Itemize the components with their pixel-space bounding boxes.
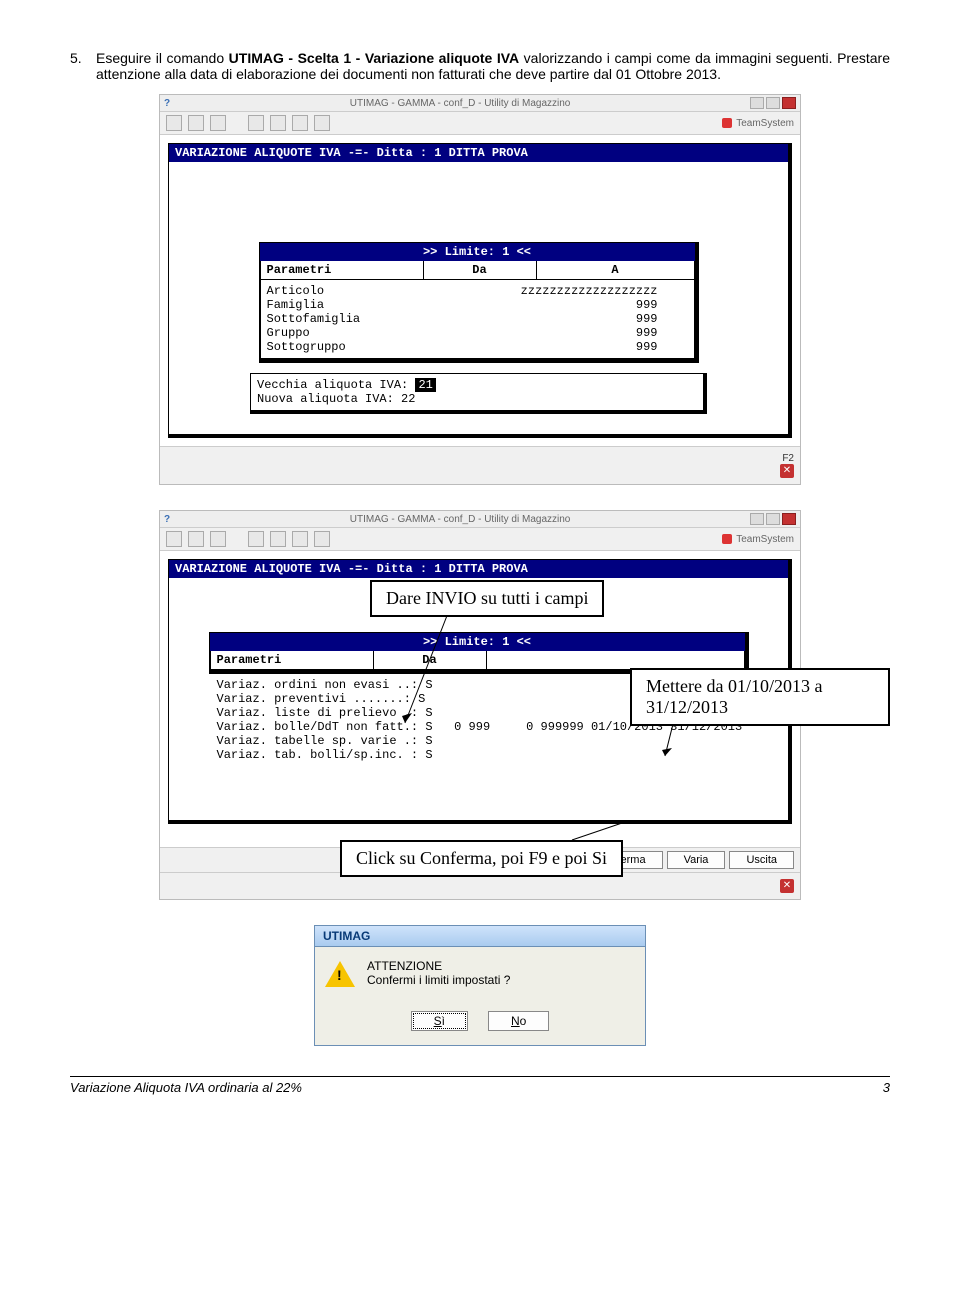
callout-date: Mettere da 01/10/2013 a 31/12/2013 (630, 668, 890, 726)
minimize-icon[interactable] (750, 513, 764, 525)
dialog-yes-button[interactable]: Sì (411, 1011, 468, 1031)
param-row: Famiglia999 (267, 298, 688, 312)
screen-header: VARIAZIONE ALIQUOTE IVA -=- Ditta : 1 DI… (169, 144, 788, 162)
toolbar-icon[interactable] (166, 531, 182, 547)
nav-first-icon[interactable] (248, 531, 264, 547)
app-window-1: ? UTIMAG - GAMMA - conf_D - Utility di M… (159, 94, 801, 485)
brand-label: TeamSystem (722, 534, 794, 545)
nav-first-icon[interactable] (248, 115, 264, 131)
params-header-row: Parametri Da A (260, 261, 695, 280)
callout-conferma: Click su Conferma, poi F9 e poi Si (340, 840, 623, 877)
param-row: Sottofamiglia999 (267, 312, 688, 326)
new-iva-value: 22 (401, 392, 415, 406)
nav-prev-icon[interactable] (270, 115, 286, 131)
window-titlebar: ? UTIMAG - GAMMA - conf_D - Utility di M… (160, 95, 800, 112)
warning-icon (325, 961, 355, 987)
limite-header: >> Limite: 1 << (260, 243, 695, 261)
toolbar-icon[interactable] (210, 531, 226, 547)
aliquota-box: Vecchia aliquota IVA: 21 Nuova aliquota … (250, 373, 707, 414)
nav-last-icon[interactable] (314, 115, 330, 131)
limite-header: >> Limite: 1 << (210, 633, 745, 651)
callout-arrow (400, 608, 460, 728)
footer-left: Variazione Aliquota IVA ordinaria al 22% (70, 1080, 302, 1095)
dialog-line1: ATTENZIONE (367, 959, 510, 973)
brand-logo-icon (722, 118, 732, 128)
page-footer: Variazione Aliquota IVA ordinaria al 22%… (70, 1076, 890, 1095)
varia-button[interactable]: Varia (667, 851, 726, 869)
window-title: UTIMAG - GAMMA - conf_D - Utility di Mag… (170, 98, 750, 109)
toolbar-icon[interactable] (210, 115, 226, 131)
toolbar-icon[interactable] (188, 115, 204, 131)
close-icon[interactable] (782, 97, 796, 109)
instruction-text: Eseguire il comando UTIMAG - Scelta 1 - … (96, 50, 890, 82)
close-icon[interactable]: ✕ (780, 879, 794, 893)
param-row: Articolozzzzzzzzzzzzzzzzzzz (267, 284, 688, 298)
maximize-icon[interactable] (766, 97, 780, 109)
param-row: Gruppo999 (267, 326, 688, 340)
toolbar: TeamSystem (160, 112, 800, 135)
uscita-button[interactable]: Uscita (729, 851, 794, 869)
param-row: Sottogruppo999 (267, 340, 688, 354)
nav-prev-icon[interactable] (270, 531, 286, 547)
brand-label: TeamSystem (722, 118, 794, 129)
footer-page-number: 3 (883, 1080, 890, 1095)
window-titlebar: ? UTIMAG - GAMMA - conf_D - Utility di M… (160, 511, 800, 528)
dialog-title: UTIMAG (315, 926, 645, 947)
close-icon[interactable]: ✕ (780, 464, 794, 478)
instruction-number: 5. (70, 50, 96, 66)
confirm-dialog: UTIMAG ATTENZIONE Confermi i limiti impo… (314, 925, 646, 1046)
statusbar: F2 ✕ (160, 446, 800, 484)
minimize-icon[interactable] (750, 97, 764, 109)
toolbar: TeamSystem (160, 528, 800, 551)
brand-logo-icon (722, 534, 732, 544)
dialog-line2: Confermi i limiti impostati ? (367, 973, 510, 987)
old-iva-value[interactable]: 21 (415, 378, 435, 392)
nav-next-icon[interactable] (292, 531, 308, 547)
callout-invio: Dare INVIO su tutti i campi (370, 580, 604, 617)
toolbar-icon[interactable] (188, 531, 204, 547)
window-title: UTIMAG - GAMMA - conf_D - Utility di Mag… (170, 514, 750, 525)
nav-next-icon[interactable] (292, 115, 308, 131)
close-icon[interactable] (782, 513, 796, 525)
screen-header: VARIAZIONE ALIQUOTE IVA -=- Ditta : 1 DI… (169, 560, 788, 578)
dialog-no-button[interactable]: No (488, 1011, 549, 1031)
nav-last-icon[interactable] (314, 531, 330, 547)
instruction-paragraph: 5. Eseguire il comando UTIMAG - Scelta 1… (70, 50, 890, 82)
maximize-icon[interactable] (766, 513, 780, 525)
main-frame: VARIAZIONE ALIQUOTE IVA -=- Ditta : 1 DI… (168, 143, 792, 438)
toolbar-icon[interactable] (166, 115, 182, 131)
